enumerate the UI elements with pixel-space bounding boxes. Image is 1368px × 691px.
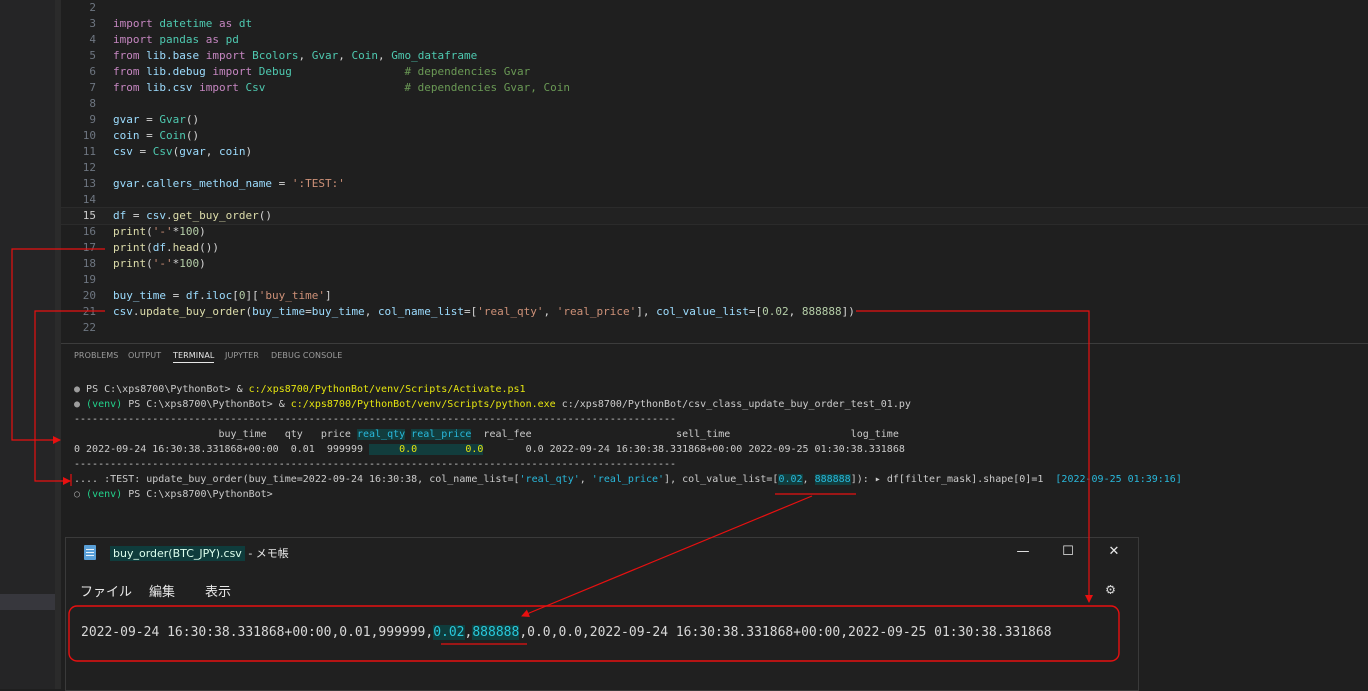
annotation-arrow-print: [11, 248, 105, 444]
annotation-arrow-values: [521, 495, 813, 618]
annotation-box: [68, 605, 1120, 662]
annotation-overlay: [11, 248, 1120, 662]
annotation-arrow-update-call: [34, 310, 105, 485]
annotation-arrow-to-csv: [856, 310, 1093, 603]
